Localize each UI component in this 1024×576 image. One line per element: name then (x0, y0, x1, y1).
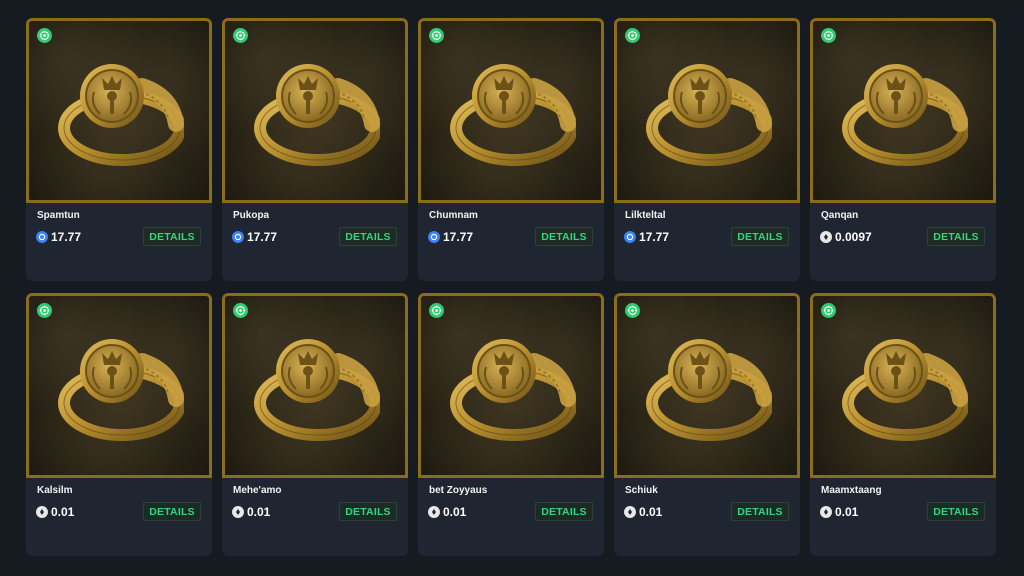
white-coin-icon (36, 506, 48, 518)
item-image[interactable] (418, 293, 604, 478)
white-coin-icon (624, 506, 636, 518)
item-card[interactable]: Qanqan 0.0097 DETAILS (810, 18, 996, 281)
gold-ring-icon (254, 64, 380, 166)
white-coin-icon (820, 231, 832, 243)
gold-ring-icon (646, 339, 772, 441)
item-card[interactable]: Chumnam 17.77 DETAILS (418, 18, 604, 281)
item-name: Pukopa (233, 210, 270, 221)
item-image[interactable] (222, 18, 408, 203)
price-value: 17.77 (51, 230, 82, 244)
white-coin-icon (232, 506, 244, 518)
item-image[interactable] (810, 293, 996, 478)
details-button[interactable]: DETAILS (731, 502, 789, 521)
verified-badge-icon (625, 28, 640, 43)
item-price: 0.0097 (820, 230, 872, 244)
price-value: 17.77 (247, 230, 278, 244)
details-button[interactable]: DETAILS (339, 227, 397, 246)
item-card[interactable]: Lilkteltal 17.77 DETAILS (614, 18, 800, 281)
price-value: 0.01 (51, 505, 75, 519)
item-card[interactable]: Schiuk 0.01 DETAILS (614, 293, 800, 556)
item-price: 0.01 (232, 505, 270, 519)
details-button[interactable]: DETAILS (143, 227, 201, 246)
price-value: 0.01 (835, 505, 859, 519)
item-name: Kalsilm (37, 485, 73, 496)
gold-ring-icon (450, 339, 576, 441)
verified-badge-icon (37, 28, 52, 43)
details-button[interactable]: DETAILS (535, 227, 593, 246)
gold-ring-icon (646, 64, 772, 166)
item-image[interactable] (26, 293, 212, 478)
item-image[interactable] (614, 18, 800, 203)
item-image[interactable] (614, 293, 800, 478)
details-button[interactable]: DETAILS (927, 227, 985, 246)
blue-coin-icon (36, 231, 48, 243)
verified-badge-icon (233, 28, 248, 43)
blue-coin-icon (232, 231, 244, 243)
verified-badge-icon (625, 303, 640, 318)
item-price: 17.77 (624, 230, 669, 244)
price-value: 0.0097 (835, 230, 872, 244)
verified-badge-icon (429, 303, 444, 318)
item-card[interactable]: Maamxtaang 0.01 DETAILS (810, 293, 996, 556)
blue-coin-icon (428, 231, 440, 243)
item-name: Chumnam (429, 210, 478, 221)
item-name: Mehe'amo (233, 485, 282, 496)
item-card[interactable]: Pukopa 17.77 DETAILS (222, 18, 408, 281)
item-name: Qanqan (821, 210, 859, 221)
verified-badge-icon (821, 28, 836, 43)
white-coin-icon (428, 506, 440, 518)
verified-badge-icon (429, 28, 444, 43)
item-image[interactable] (418, 18, 604, 203)
item-card[interactable]: Kalsilm 0.01 DETAILS (26, 293, 212, 556)
item-image[interactable] (222, 293, 408, 478)
gold-ring-icon (58, 64, 184, 166)
item-price: 0.01 (36, 505, 74, 519)
price-value: 0.01 (247, 505, 271, 519)
price-value: 0.01 (443, 505, 467, 519)
item-name: Schiuk (625, 485, 658, 496)
verified-badge-icon (233, 303, 248, 318)
item-price: 17.77 (232, 230, 277, 244)
blue-coin-icon (624, 231, 636, 243)
gold-ring-icon (254, 339, 380, 441)
price-value: 17.77 (443, 230, 474, 244)
details-button[interactable]: DETAILS (927, 502, 985, 521)
item-price: 0.01 (820, 505, 858, 519)
item-price: 17.77 (36, 230, 81, 244)
item-price: 17.77 (428, 230, 473, 244)
details-button[interactable]: DETAILS (731, 227, 789, 246)
item-name: bet Zoyyaus (429, 485, 488, 496)
item-name: Lilkteltal (625, 210, 666, 221)
details-button[interactable]: DETAILS (339, 502, 397, 521)
white-coin-icon (820, 506, 832, 518)
gold-ring-icon (58, 339, 184, 441)
gold-ring-icon (450, 64, 576, 166)
gold-ring-icon (842, 64, 968, 166)
item-card[interactable]: Spamtun 17.77 DETAILS (26, 18, 212, 281)
item-price: 0.01 (624, 505, 662, 519)
gold-ring-icon (842, 339, 968, 441)
item-grid: Spamtun 17.77 DETAILS Pukopa 17.77 DETAI… (26, 18, 998, 556)
item-price: 0.01 (428, 505, 466, 519)
details-button[interactable]: DETAILS (535, 502, 593, 521)
item-card[interactable]: Mehe'amo 0.01 DETAILS (222, 293, 408, 556)
details-button[interactable]: DETAILS (143, 502, 201, 521)
item-name: Spamtun (37, 210, 80, 221)
item-image[interactable] (26, 18, 212, 203)
verified-badge-icon (821, 303, 836, 318)
item-image[interactable] (810, 18, 996, 203)
verified-badge-icon (37, 303, 52, 318)
item-name: Maamxtaang (821, 485, 882, 496)
price-value: 17.77 (639, 230, 670, 244)
item-card[interactable]: bet Zoyyaus 0.01 DETAILS (418, 293, 604, 556)
price-value: 0.01 (639, 505, 663, 519)
